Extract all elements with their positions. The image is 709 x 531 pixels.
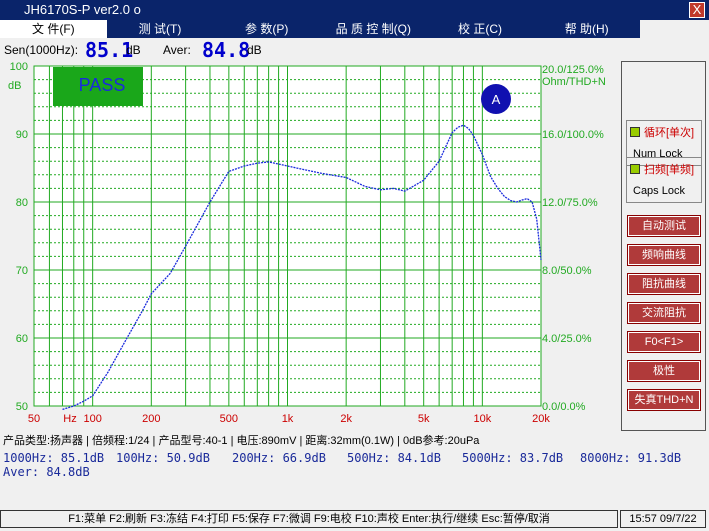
- mode-badge-label: A: [492, 92, 501, 107]
- right-tick-label: 12.0/75.0%: [542, 197, 598, 209]
- menu-file[interactable]: 文 件(F): [0, 20, 107, 38]
- aver-unit: dB: [247, 43, 262, 57]
- result-1000hz: 1000Hz: 85.1dB: [3, 451, 105, 465]
- readout-bar: Sen(1000Hz): 85.1 dB Aver: 84.8 dB: [0, 38, 620, 62]
- result-aver: Aver: 84.8dB: [3, 465, 90, 479]
- x-tick-label: 10k: [473, 413, 491, 425]
- aver-value: 84.8: [202, 38, 251, 62]
- pass-label: PASS: [79, 75, 126, 95]
- polarity-button[interactable]: 极性: [627, 360, 701, 382]
- y-tick-label: 60: [16, 333, 28, 345]
- auto-test-button[interactable]: 自动测试: [627, 215, 701, 237]
- thd-button[interactable]: 失真THD+N: [627, 389, 701, 411]
- y-tick-label: 80: [16, 197, 28, 209]
- x-tick-label: 20k: [532, 413, 550, 425]
- sweep-mode-label: 扫频[单频]: [644, 164, 695, 176]
- indicator-icon: [630, 127, 640, 137]
- x-tick-label: 2k: [340, 413, 352, 425]
- x-tick-label: 50: [28, 413, 40, 425]
- sen-unit: dB: [126, 43, 141, 57]
- x-tick-label: 5k: [418, 413, 430, 425]
- frequency-response-plot: 100 90 80 70 60 50 dB 20.0/125.0% 16.0/100.0% 12.…: [0, 61, 620, 431]
- ac-impedance-button[interactable]: 交流阻抗: [627, 302, 701, 324]
- impedance-curve-button[interactable]: 阻抗曲线: [627, 273, 701, 295]
- indicator-icon: [630, 164, 640, 174]
- product-info: 产品类型:扬声器 | 倍频程:1/24 | 产品型号:40-1 | 电压:890…: [3, 435, 480, 447]
- close-button[interactable]: X: [689, 2, 705, 18]
- y-tick-label: 50: [16, 401, 28, 413]
- right-unit-label: Ohm/THD+N: [542, 76, 606, 88]
- x-tick-label: 200: [142, 413, 160, 425]
- f0-button[interactable]: F0<F1>: [627, 331, 701, 353]
- x-unit-label: Hz: [63, 413, 76, 425]
- result-500hz: 500Hz: 84.1dB: [347, 451, 441, 465]
- results-panel: 1000Hz: 85.1dB 100Hz: 50.9dB 200Hz: 66.9…: [0, 449, 709, 489]
- title-bar: JH6170S-P ver2.0 o X: [0, 0, 709, 20]
- result-100hz: 100Hz: 50.9dB: [116, 451, 210, 465]
- freq-curve-button[interactable]: 频响曲线: [627, 244, 701, 266]
- right-tick-label: 20.0/125.0%: [542, 64, 604, 76]
- caps-lock-label: Caps Lock: [633, 185, 685, 197]
- aver-label: Aver:: [163, 43, 191, 57]
- clock: 15:57 09/7/22: [620, 510, 706, 528]
- menu-help[interactable]: 帮 助(H): [533, 20, 640, 38]
- y-tick-label: 70: [16, 265, 28, 277]
- y-tick-label: 100: [10, 61, 28, 73]
- right-tick-label: 0.0/0.0%: [542, 401, 586, 413]
- window-title: JH6170S-P ver2.0 o: [24, 2, 141, 17]
- x-tick-label: 1k: [282, 413, 294, 425]
- menu-test[interactable]: 测 试(T): [107, 20, 214, 38]
- right-tick-label: 4.0/25.0%: [542, 333, 592, 345]
- result-5000hz: 5000Hz: 83.7dB: [462, 451, 564, 465]
- caps-lock-box: 扫频[单频] Caps Lock: [626, 157, 702, 203]
- menu-calibrate[interactable]: 校 正(C): [427, 20, 534, 38]
- menu-bar: 文 件(F) 测 试(T) 参 数(P) 品 质 控 制(Q) 校 正(C) 帮…: [0, 20, 640, 38]
- status-bar: F1:菜单 F2:刷新 F3:冻结 F4:打印 F5:保存 F7:微调 F9:电…: [0, 510, 618, 528]
- y-tick-label: 90: [16, 129, 28, 141]
- loop-mode-label: 循环[单次]: [644, 127, 695, 139]
- menu-quality[interactable]: 品 质 控 制(Q): [320, 20, 427, 38]
- right-tick-label: 8.0/50.0%: [542, 265, 592, 277]
- menu-params[interactable]: 参 数(P): [213, 20, 320, 38]
- sen-label: Sen(1000Hz):: [4, 43, 79, 57]
- result-8000hz: 8000Hz: 91.3dB: [580, 451, 682, 465]
- result-200hz: 200Hz: 66.9dB: [232, 451, 326, 465]
- x-tick-label: 100: [83, 413, 101, 425]
- y-unit-label: dB: [8, 80, 21, 92]
- function-panel: 循环[单次] Num Lock 扫频[单频] Caps Lock 自动测试 频响…: [621, 61, 706, 431]
- right-tick-label: 16.0/100.0%: [542, 129, 604, 141]
- x-tick-label: 500: [220, 413, 238, 425]
- chart-svg: 100 90 80 70 60 50 dB 20.0/125.0% 16.0/100.0% 12.…: [8, 61, 606, 425]
